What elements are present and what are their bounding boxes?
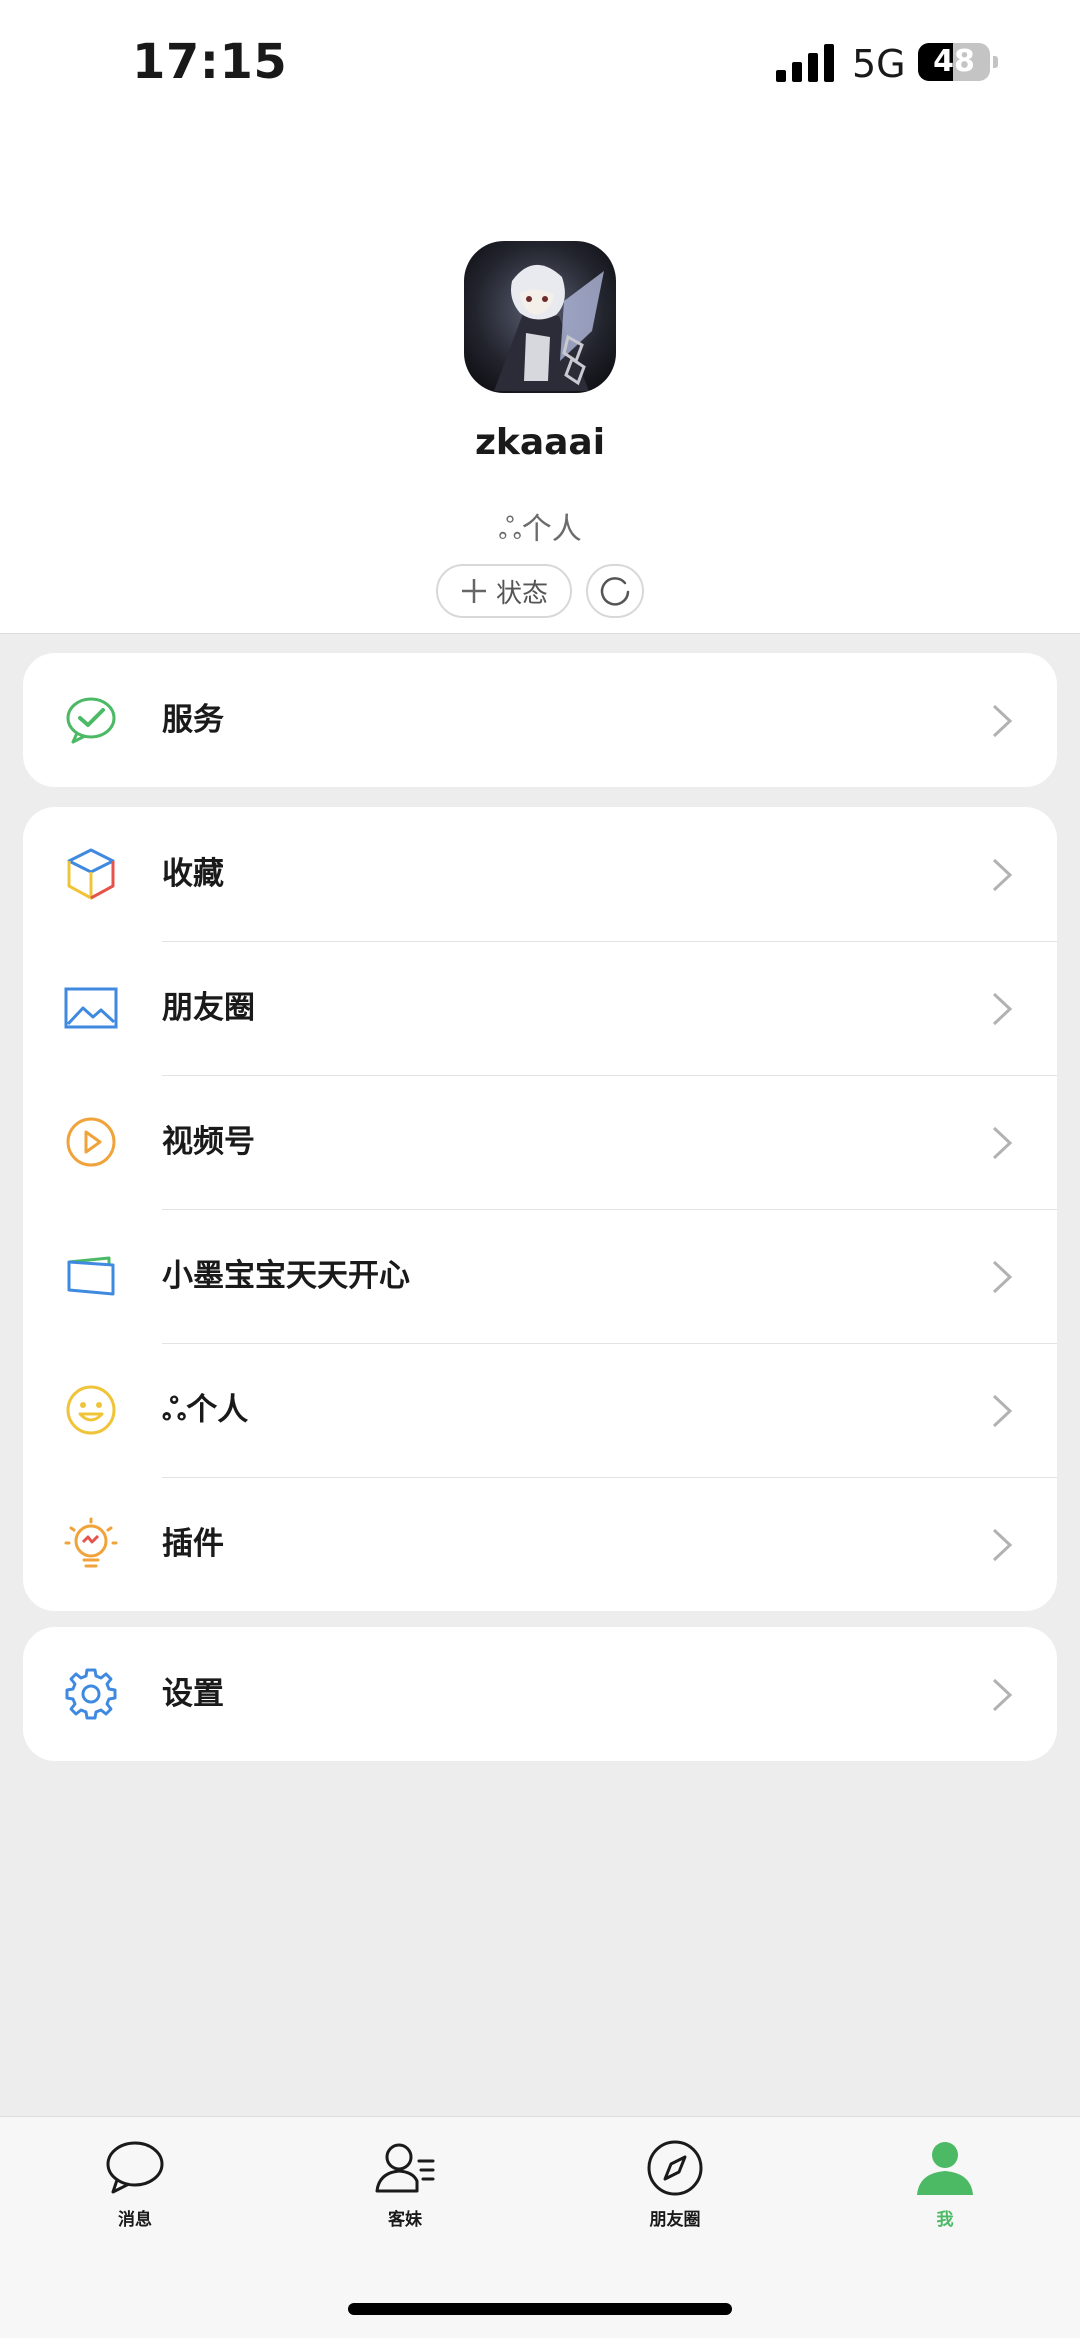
compass-icon xyxy=(647,2140,703,2196)
signature: ஃ个人 xyxy=(498,512,582,547)
menu-label-sticker: ஃ个人 xyxy=(162,1392,249,1428)
profile-header: zkaaai ஃ个人 状态 xyxy=(0,120,1080,634)
menu-label-favorites: 收藏 xyxy=(162,856,224,892)
channels-play-icon xyxy=(66,1117,116,1167)
chevron-right-icon xyxy=(992,1260,1013,1294)
avatar-image xyxy=(464,241,616,393)
tab-messages[interactable]: 消息 xyxy=(35,2139,235,2249)
tab-label-me: 我 xyxy=(936,2210,954,2230)
menu-label-moments: 朋友圈 xyxy=(162,990,255,1026)
battery-icon: 48 xyxy=(918,43,990,81)
status-button-label: 状态 xyxy=(495,578,548,609)
lightbulb-icon xyxy=(64,1517,118,1568)
menu-item-service[interactable]: 服务 xyxy=(23,653,1057,787)
tab-discover[interactable]: 朋友圈 xyxy=(575,2139,775,2249)
tab-label-discover: 朋友圈 xyxy=(649,2210,701,2230)
person-icon xyxy=(917,2142,973,2195)
favorites-icon xyxy=(67,848,115,900)
smiley-icon xyxy=(66,1385,116,1435)
refresh-icon xyxy=(600,577,630,606)
settings-card: 设置 xyxy=(23,1627,1057,1761)
tab-label-messages: 消息 xyxy=(118,2210,152,2230)
chevron-right-icon xyxy=(992,992,1013,1026)
menu-label-service: 服务 xyxy=(162,702,224,738)
menu-label-settings: 设置 xyxy=(162,1676,224,1712)
chevron-right-icon xyxy=(992,1528,1013,1562)
moments-image-icon xyxy=(64,987,118,1029)
main-menu-card: 收藏 朋友圈 视频号 小墨宝宝天天开心 ஃ个人 插件 xyxy=(23,807,1057,1611)
menu-item-plugins[interactable]: 插件 xyxy=(23,1477,1057,1611)
menu-item-sticker[interactable]: ஃ个人 xyxy=(23,1343,1057,1477)
menu-label-plugins: 插件 xyxy=(162,1526,224,1562)
chat-bubble-icon xyxy=(106,2141,164,2194)
chevron-right-icon xyxy=(992,1678,1013,1712)
add-status-button[interactable]: 状态 xyxy=(436,564,572,618)
plus-icon xyxy=(461,579,486,603)
menu-item-moments[interactable]: 朋友圈 xyxy=(23,941,1057,1075)
chevron-right-icon xyxy=(992,858,1013,892)
service-card: 服务 xyxy=(23,653,1057,787)
battery-percent: 48 xyxy=(933,44,975,79)
network-type: 5G xyxy=(852,42,906,86)
service-icon xyxy=(66,697,116,744)
chevron-right-icon xyxy=(992,1126,1013,1160)
tab-me[interactable]: 我 xyxy=(845,2139,1045,2249)
status-bar: 17:15 5G 48 xyxy=(0,0,1080,120)
tab-label-contacts: 客妹 xyxy=(388,2210,422,2230)
tab-contacts[interactable]: 客妹 xyxy=(305,2139,505,2249)
battery-tip xyxy=(993,56,998,68)
avatar[interactable] xyxy=(464,241,616,393)
signal-icon xyxy=(776,44,834,82)
chevron-right-icon xyxy=(992,704,1013,738)
menu-label-channels: 视频号 xyxy=(162,1124,255,1160)
status-time: 17:15 xyxy=(132,34,288,90)
card-wallet-icon xyxy=(67,1256,115,1296)
home-indicator xyxy=(348,2303,732,2315)
menu-item-favorites[interactable]: 收藏 xyxy=(23,807,1057,941)
nickname: zkaaai xyxy=(474,422,606,463)
menu-label-cards: 小墨宝宝天天开心 xyxy=(162,1258,410,1294)
menu-item-settings[interactable]: 设置 xyxy=(23,1627,1057,1761)
chevron-right-icon xyxy=(992,1394,1013,1428)
menu-item-cards[interactable]: 小墨宝宝天天开心 xyxy=(23,1209,1057,1343)
menu-item-channels[interactable]: 视频号 xyxy=(23,1075,1057,1209)
gear-icon xyxy=(65,1668,117,1720)
refresh-status-button[interactable] xyxy=(586,564,644,618)
contacts-icon xyxy=(375,2143,435,2193)
